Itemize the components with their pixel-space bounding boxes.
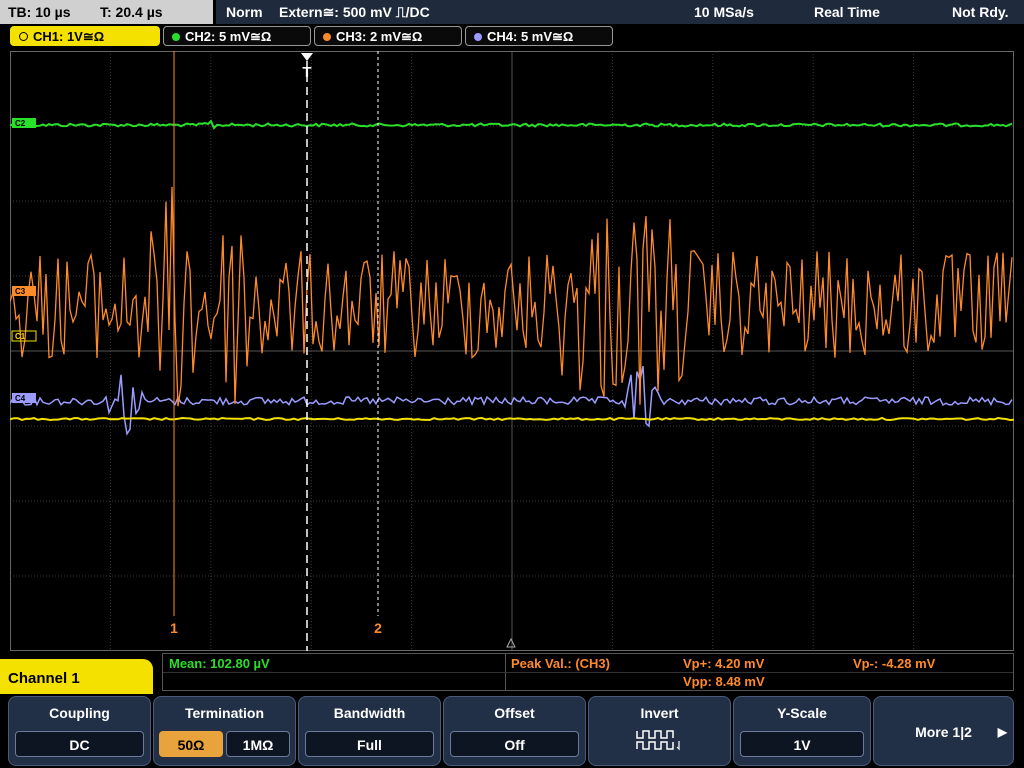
coupling-softkey[interactable]: Coupling DC xyxy=(8,696,151,766)
mean-measurement: Mean: 102.80 µV xyxy=(169,656,270,671)
trigger-mode: Norm xyxy=(226,4,263,20)
y-scale-title: Y-Scale xyxy=(777,705,827,721)
channel-tabs: CH1: 1V≅Ω CH2: 5 mV≅Ω CH3: 2 mV≅Ω CH4: 5… xyxy=(0,26,1024,48)
ch1-ground-tag[interactable]: C1 xyxy=(11,330,37,342)
bandwidth-value[interactable]: Full xyxy=(305,731,434,757)
offset-softkey[interactable]: Offset Off xyxy=(443,696,586,766)
invert-waveform-icon xyxy=(636,730,680,751)
timebase-box[interactable]: TB: 10 µs T: 20.4 µs xyxy=(0,0,213,24)
run-status: Not Rdy. xyxy=(952,4,1009,20)
invert-softkey[interactable]: Invert xyxy=(588,696,731,766)
ch2-waveform xyxy=(10,119,1013,130)
vpp-measurement: Vpp: 8.48 mV xyxy=(683,674,765,689)
measurement-row-divider xyxy=(163,672,1013,673)
ch4-waveform xyxy=(10,365,1013,436)
ch4-indicator-icon xyxy=(474,33,482,41)
termination-title: Termination xyxy=(184,705,265,721)
trigger-marker-label: T xyxy=(302,64,311,81)
ch3-waveform xyxy=(10,186,1013,407)
horizontal-position-marker-icon xyxy=(506,637,516,648)
ch3-ground-tag[interactable]: C3 xyxy=(12,286,36,296)
bandwidth-title: Bandwidth xyxy=(333,705,406,721)
invert-title: Invert xyxy=(640,705,679,721)
acquisition-status[interactable]: Norm Extern≅: 500 mV ⎍/DC 10 MSa/s Real … xyxy=(216,0,1024,24)
cursor-2-label: 2 xyxy=(374,620,382,636)
tab-ch3[interactable]: CH3: 2 mV≅Ω xyxy=(314,26,462,46)
tab-ch1[interactable]: CH1: 1V≅Ω xyxy=(10,26,160,46)
ch4-ground-tag[interactable]: C4 xyxy=(12,393,36,403)
trigger-position-value: T: 20.4 µs xyxy=(100,4,163,20)
trigger-source: Extern≅: 500 mV ⎍/DC xyxy=(279,4,430,20)
bandwidth-softkey[interactable]: Bandwidth Full xyxy=(298,696,441,766)
tab-ch3-label: CH3: 2 mV≅Ω xyxy=(336,29,423,44)
cursor-1-label: 1 xyxy=(170,620,178,636)
ch4-tag-text: C4 xyxy=(15,394,26,403)
offset-value[interactable]: Off xyxy=(450,731,579,757)
termination-50ohm-option[interactable]: 50Ω xyxy=(159,731,223,757)
tab-ch4-label: CH4: 5 mV≅Ω xyxy=(487,29,574,44)
peak-value-label: Peak Val.: (CH3) xyxy=(511,656,610,671)
offset-title: Offset xyxy=(494,705,535,721)
measurement-bar[interactable]: Mean: 102.80 µV Peak Val.: (CH3) Vp+: 4.… xyxy=(162,653,1014,691)
ch3-tag-text: C3 xyxy=(15,287,26,296)
tab-ch2-label: CH2: 5 mV≅Ω xyxy=(185,29,272,44)
y-scale-softkey[interactable]: Y-Scale 1V xyxy=(733,696,871,766)
termination-1mohm-option[interactable]: 1MΩ xyxy=(226,731,290,757)
coupling-title: Coupling xyxy=(49,705,110,721)
top-status-bar: TB: 10 µs T: 20.4 µs Norm Extern≅: 500 m… xyxy=(0,0,1024,24)
more-softkey[interactable]: More 1|2 ▶ xyxy=(873,696,1014,766)
tab-ch4[interactable]: CH4: 5 mV≅Ω xyxy=(465,26,613,46)
ch1-tag-text: C1 xyxy=(15,332,26,341)
tab-ch2[interactable]: CH2: 5 mV≅Ω xyxy=(163,26,311,46)
termination-softkey[interactable]: Termination 50Ω 1MΩ xyxy=(153,696,296,766)
coupling-value[interactable]: DC xyxy=(15,731,144,757)
next-page-arrow-icon: ▶ xyxy=(997,725,1007,739)
ch2-ground-tag[interactable]: C2 xyxy=(12,118,36,128)
sample-rate: 10 MSa/s xyxy=(694,4,754,20)
more-label: More 1|2 xyxy=(915,724,972,740)
waveform-display[interactable]: T 1 2 C2 C3 C1 C4 xyxy=(10,51,1014,651)
vp-minus-measurement: Vp-: -4.28 mV xyxy=(853,656,936,671)
ch2-tag-text: C2 xyxy=(15,119,26,128)
ch3-indicator-icon xyxy=(323,33,331,41)
menu-title: Channel 1 xyxy=(0,659,153,699)
acquisition-mode: Real Time xyxy=(814,4,880,20)
ch1-indicator-icon xyxy=(19,32,28,41)
timebase-value: TB: 10 µs xyxy=(8,4,71,20)
softkey-bar: Coupling DC Termination 50Ω 1MΩ Bandwidt… xyxy=(0,694,1024,768)
y-scale-value[interactable]: 1V xyxy=(740,731,864,757)
vp-plus-measurement: Vp+: 4.20 mV xyxy=(683,656,765,671)
ch2-indicator-icon xyxy=(172,33,180,41)
tab-ch1-label: CH1: 1V≅Ω xyxy=(33,29,105,44)
